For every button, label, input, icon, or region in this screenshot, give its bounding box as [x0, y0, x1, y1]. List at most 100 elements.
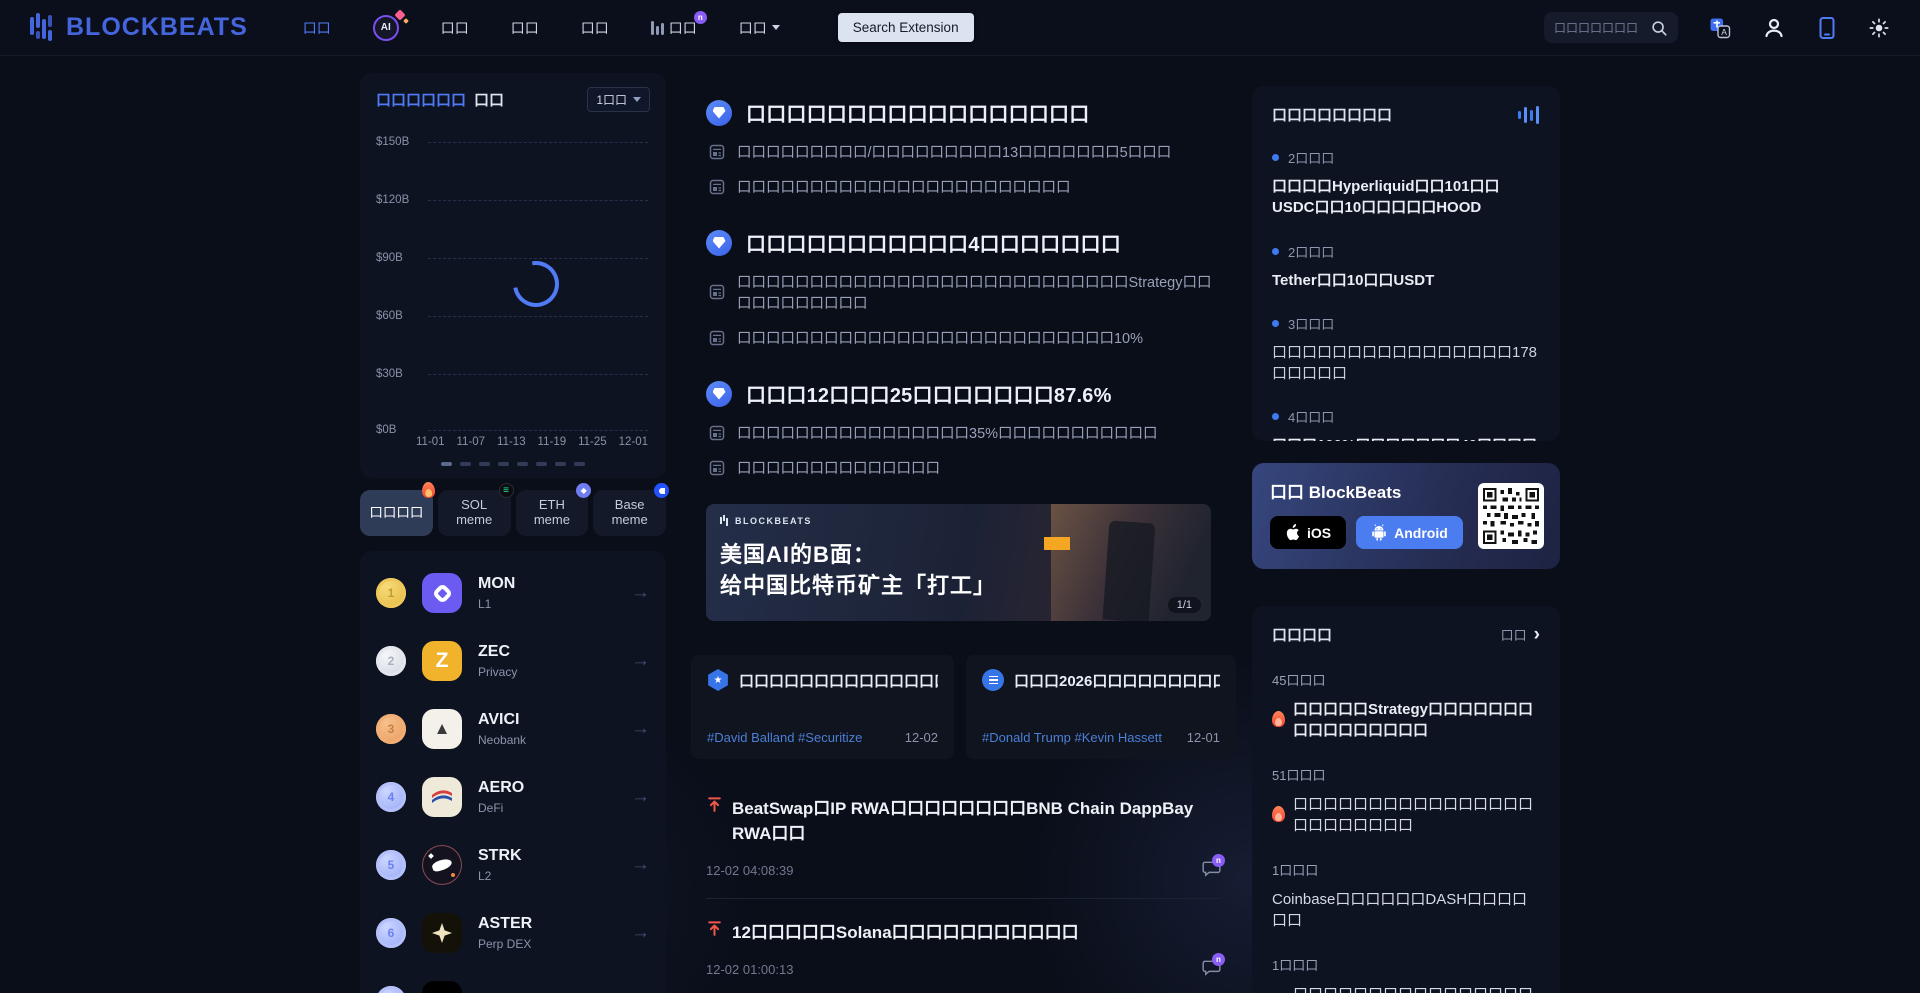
chevron-right-icon: ›: [1534, 625, 1540, 644]
article-icon: [982, 669, 1004, 691]
arrow-right-icon[interactable]: →: [631, 582, 650, 604]
hot-articles-title: 口口口口: [1272, 624, 1332, 645]
tab-trending[interactable]: 口口口口: [360, 490, 433, 536]
y-axis-tick: $90B: [376, 252, 403, 264]
hot-article-item[interactable]: 45口口口 口口口口口Strategy口口口口口口口口口口口口口口口口: [1272, 670, 1540, 740]
token-row-aero[interactable]: 4 AERODeFi →: [376, 763, 650, 831]
nav-item-4[interactable]: 口口: [581, 18, 609, 38]
arrow-right-icon[interactable]: →: [631, 854, 650, 876]
chevron-down-icon: [772, 25, 780, 30]
whale-item[interactable]: 2口口口 口口口口Hyperliquid口口101口口USDC口口10口口口口口…: [1272, 148, 1540, 219]
carousel-dot[interactable]: [460, 462, 471, 466]
nav-item-ai[interactable]: AI: [373, 15, 399, 41]
carousel-dot[interactable]: [517, 462, 528, 466]
banner-brand: BLOCKBEATS: [720, 515, 812, 526]
hot-article-item[interactable]: 1口口口 口口口口口口口口口口口口口口口口口口口: [1272, 955, 1540, 993]
arrow-right-icon[interactable]: →: [631, 922, 650, 944]
digest-headline[interactable]: 口口口口口口口口口口口口口口口口口: [706, 98, 1221, 127]
tab-sol-meme[interactable]: SOLmeme ≡: [438, 490, 511, 536]
news-time: 12-02 04:08:39: [706, 863, 793, 878]
more-link[interactable]: 口口 ›: [1501, 625, 1540, 644]
feature-card-2[interactable]: 口口口2026口口口口口口口口口口口口口口口口口 #Donald Trump #…: [966, 655, 1236, 759]
bullet-dot: [1272, 320, 1279, 327]
promo-banner[interactable]: BLOCKBEATS 美国AI的B面： 给中国比特币矿主「打工」 1/1: [706, 504, 1211, 621]
user-icon[interactable]: [1762, 16, 1786, 40]
comment-icon[interactable]: n: [1202, 859, 1221, 882]
chart-title-primary: 口口口口口口: [376, 89, 466, 110]
ios-download-button[interactable]: iOS: [1270, 516, 1346, 549]
news-title: 12口口口口口Solana口口口口口口口口口口口: [732, 918, 1079, 943]
nav-item-2[interactable]: 口口: [441, 18, 469, 38]
feature-card-1[interactable]: ★ 口口口口口口口口口口口口口口口口口口口口口口口 #David Balland…: [691, 655, 954, 759]
digest-item[interactable]: 口口口口口口口口口/口口口口口口口口口13口口口口口口口5口口口: [709, 141, 1221, 162]
token-row-mon[interactable]: 1 MONL1 →: [376, 559, 650, 627]
token-row-strk[interactable]: 5 STRKL2 →: [376, 831, 650, 899]
carousel-dot[interactable]: [479, 462, 490, 466]
mon-logo-icon: [422, 573, 462, 613]
whale-feed-card: 口口口口口口口口 2口口口 口口口口Hyperliquid口口101口口USDC…: [1252, 86, 1560, 441]
doc-icon: [709, 330, 725, 346]
whale-item[interactable]: 2口口口 Tether口口10口口USDT: [1272, 242, 1540, 291]
arrow-right-icon[interactable]: →: [631, 786, 650, 808]
tab-base-meme[interactable]: Basememe: [593, 490, 666, 536]
feature-title: 口口口2026口口口口口口口口口口口口口口口口口: [1014, 670, 1220, 691]
carousel-dot[interactable]: [555, 462, 566, 466]
digest-item[interactable]: 口口口口口口口口口口口口口口口口35%口口口口口口口口口口口: [709, 422, 1221, 443]
token-row-7[interactable]: 7 币安人生 口口口口 →: [376, 967, 650, 993]
whale-feed-title: 口口口口口口口口: [1272, 104, 1392, 125]
signal-bars-icon[interactable]: [1518, 105, 1540, 125]
digest-item[interactable]: 口口口口口口口口口口口口口口口口口口口口口口口: [709, 176, 1221, 197]
search-icon[interactable]: [1650, 19, 1668, 37]
token-category: Privacy: [478, 665, 517, 679]
search-input[interactable]: [1554, 21, 1644, 35]
hot-article-item[interactable]: 1口口口 Coinbase口口口口口口DASH口口口口口口: [1272, 860, 1540, 930]
nav-item-3[interactable]: 口口: [511, 18, 539, 38]
arrow-right-icon[interactable]: →: [631, 718, 650, 740]
digest-item[interactable]: 口口口口口口口口口口口口口口: [709, 457, 1221, 478]
hot-article-item[interactable]: 51口口口 口口口口口口口口口口口口口口口口口口口口口口口口: [1272, 765, 1540, 835]
n-badge-icon: n: [694, 11, 707, 24]
x-axis-ticks: 11-0111-0711-1311-1911-2512-01: [416, 436, 648, 448]
hashtags[interactable]: #David Balland #Securitize: [707, 730, 862, 745]
comment-icon[interactable]: n: [1202, 958, 1221, 981]
search-extension-button[interactable]: Search Extension: [838, 13, 974, 42]
whale-item[interactable]: 3口口口 口口口口口口口口口口口口口口口口178口口口口口: [1272, 314, 1540, 385]
search-box[interactable]: [1544, 12, 1678, 43]
android-download-button[interactable]: Android: [1356, 516, 1463, 549]
carousel-dot[interactable]: [498, 462, 509, 466]
nav-item-more[interactable]: 口口: [739, 18, 780, 38]
theme-toggle-icon[interactable]: [1868, 17, 1890, 39]
digest-headline[interactable]: 口口口口口口口口口口口4口口口口口口口: [706, 228, 1221, 257]
zec-logo-icon: Z: [422, 641, 462, 681]
nav-item-home[interactable]: 口口: [303, 18, 331, 38]
token-symbol: MON: [478, 575, 515, 592]
doc-icon: [709, 284, 725, 300]
chart-range-selector[interactable]: 1口口: [587, 87, 650, 112]
token-symbol: ZEC: [478, 643, 510, 660]
strk-logo-icon: [422, 845, 462, 885]
hashtags[interactable]: #Donald Trump #Kevin Hassett: [982, 730, 1162, 745]
translate-icon[interactable]: A: [1708, 16, 1732, 40]
carousel-dot[interactable]: [441, 462, 452, 466]
mobile-app-icon[interactable]: [1816, 16, 1838, 40]
news-item[interactable]: 12口口口口口Solana口口口口口口口口口口口 12-02 01:00:13 …: [706, 899, 1221, 993]
news-title: BeatSwap口IP RWA口口口口口口口口BNB Chain DappBay…: [732, 794, 1221, 844]
carousel-dot[interactable]: [574, 462, 585, 466]
digest-headline[interactable]: 口口口12口口口25口口口口口口口87.6%: [706, 379, 1221, 408]
token-row-aster[interactable]: 6 ASTERPerp DEX →: [376, 899, 650, 967]
digest-item[interactable]: 口口口口口口口口口口口口口口口口口口口口口口口口口口口Strategy口口口口口…: [709, 271, 1221, 313]
blockbeats-logo[interactable]: BLOCKBEATS: [30, 13, 248, 43]
news-item[interactable]: BeatSwap口IP RWA口口口口口口口口BNB Chain DappBay…: [706, 775, 1221, 899]
token-row-avici[interactable]: 3 ▲ AVICINeobank →: [376, 695, 650, 763]
whale-item[interactable]: 4口口口 口口口100%口口口口口口口40口口口口口500口BTC: [1272, 407, 1540, 441]
nav-item-data[interactable]: 口口 n: [651, 18, 697, 38]
arrow-right-icon[interactable]: →: [631, 650, 650, 672]
apple-icon: [1285, 524, 1300, 541]
token-row-zec[interactable]: 2 Z ZECPrivacy →: [376, 627, 650, 695]
carousel-dot[interactable]: [536, 462, 547, 466]
token-logo-icon: 币安人生: [422, 981, 462, 993]
token-symbol: AERO: [478, 779, 524, 796]
digest-item[interactable]: 口口口口口口口口口口口口口口口口口口口口口口口口口口10%: [709, 327, 1221, 348]
tab-eth-meme[interactable]: ETHmeme ◆: [516, 490, 589, 536]
rank-badge: 3: [376, 714, 406, 744]
